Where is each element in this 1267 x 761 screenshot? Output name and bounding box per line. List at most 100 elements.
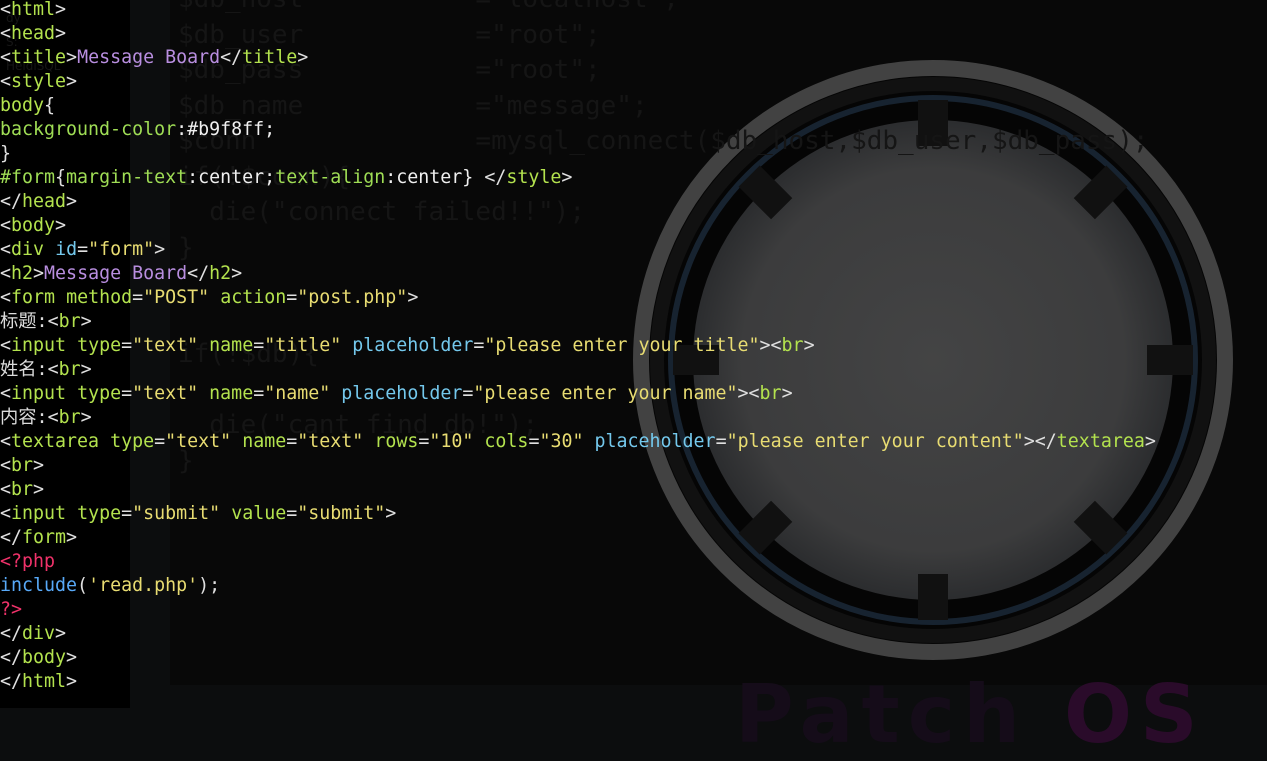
code-token: > xyxy=(33,479,45,500)
code-token: :center} xyxy=(385,167,485,188)
code-token: > xyxy=(80,359,92,380)
code-token: 内容: xyxy=(0,407,48,428)
code-token: br xyxy=(11,479,34,500)
code-token: input xyxy=(11,383,67,404)
code-token: < xyxy=(0,455,12,476)
code-line: </body> xyxy=(0,646,1156,670)
code-token: = xyxy=(418,431,430,452)
code-token: style xyxy=(506,167,562,188)
code-token: head xyxy=(11,23,56,44)
code-token: "submit" xyxy=(132,503,221,524)
code-token: = xyxy=(462,383,474,404)
code-line: </head> xyxy=(0,190,1156,214)
code-token: > xyxy=(407,287,419,308)
code-token: type xyxy=(77,503,122,524)
code-token: ></ xyxy=(1023,431,1057,452)
code-line: <textarea type="text" name="text" rows="… xyxy=(0,430,1156,454)
code-token: > xyxy=(55,23,67,44)
code-token: "10" xyxy=(429,431,474,452)
code-line: #form{margin-text:center;text-align:cent… xyxy=(0,166,1156,190)
code-token: = xyxy=(473,335,485,356)
code-token: margin-text xyxy=(66,167,188,188)
code-token: type xyxy=(77,335,122,356)
code-line: include('read.php'); xyxy=(0,574,1156,598)
code-token: h2 xyxy=(209,263,232,284)
code-token: ( xyxy=(77,575,89,596)
code-line: <form method="POST" action="post.php"> xyxy=(0,286,1156,310)
code-token: "please enter your title" xyxy=(484,335,760,356)
code-token: placeholder xyxy=(341,383,463,404)
code-token: html xyxy=(22,671,67,692)
code-line: ?> xyxy=(0,598,1156,622)
code-line: 标题:<br> xyxy=(0,310,1156,334)
code-token: html xyxy=(11,0,56,20)
code-token: input xyxy=(11,335,67,356)
code-token: </ xyxy=(0,647,23,668)
code-token: > xyxy=(66,47,78,68)
code-line: <h2>Message Board</h2> xyxy=(0,262,1156,286)
code-line: </html> xyxy=(0,670,1156,694)
code-token: < xyxy=(0,23,12,44)
code-editor[interactable]: <html> <head> <title>Message Board</title>… xyxy=(0,0,1156,694)
code-token: br xyxy=(759,383,782,404)
code-token: </ xyxy=(220,47,243,68)
code-token: "please enter your content" xyxy=(726,431,1024,452)
code-token: br xyxy=(58,359,81,380)
code-line: <br> xyxy=(0,454,1156,478)
code-token: name xyxy=(209,335,254,356)
code-token: "name" xyxy=(264,383,331,404)
code-line: body{ xyxy=(0,94,1156,118)
code-token: "text" xyxy=(165,431,232,452)
code-token: div xyxy=(22,623,56,644)
code-token: { xyxy=(55,167,67,188)
code-token: < xyxy=(0,0,12,20)
code-token: < xyxy=(0,47,12,68)
code-token: div xyxy=(11,239,45,260)
code-token: = xyxy=(286,431,298,452)
code-token: title xyxy=(11,47,67,68)
code-token: cols xyxy=(484,431,529,452)
code-token: name xyxy=(242,431,287,452)
code-token: placeholder xyxy=(352,335,474,356)
code-token: > xyxy=(1144,431,1156,452)
code-line: <title>Message Board</title> xyxy=(0,46,1156,70)
code-token: rows xyxy=(374,431,419,452)
code-token: h2 xyxy=(11,263,34,284)
code-token: "text" xyxy=(132,383,199,404)
code-token: Message Board xyxy=(44,263,188,284)
code-token: > xyxy=(33,263,45,284)
code-token: title xyxy=(242,47,298,68)
code-token: { xyxy=(44,95,56,116)
code-token: > xyxy=(781,383,793,404)
code-line: <head> xyxy=(0,22,1156,46)
code-token: body xyxy=(22,647,67,668)
code-token: form xyxy=(22,527,67,548)
code-token: br xyxy=(58,311,81,332)
code-token: > xyxy=(66,191,78,212)
code-token: :center; xyxy=(187,167,276,188)
code-token: = xyxy=(286,503,298,524)
code-line: </form> xyxy=(0,526,1156,550)
code-token: < xyxy=(47,359,59,380)
code-token: textarea xyxy=(11,431,100,452)
code-token: < xyxy=(0,383,12,404)
code-token: > xyxy=(33,455,45,476)
code-line: <?php xyxy=(0,550,1156,574)
code-token: placeholder xyxy=(594,431,716,452)
code-token: > xyxy=(55,0,67,20)
code-token: head xyxy=(22,191,67,212)
code-token: #form xyxy=(0,167,56,188)
